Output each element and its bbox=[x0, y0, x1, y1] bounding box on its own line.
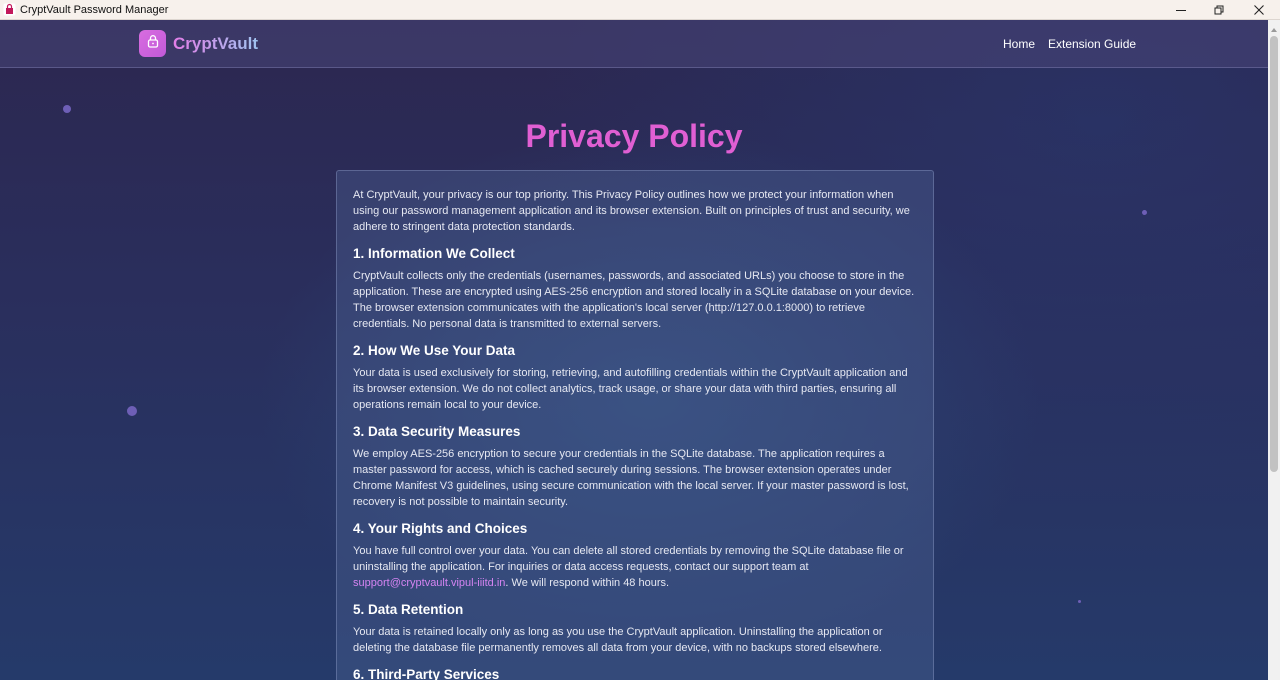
support-email-link[interactable]: support@cryptvault.vipul-iiitd.in bbox=[353, 577, 505, 589]
section-heading: 6. Third-Party Services bbox=[353, 667, 500, 680]
section-heading: 3. Data Security Measures bbox=[353, 424, 521, 439]
brand-name[interactable]: CryptVault bbox=[173, 34, 258, 54]
navbar: CryptVault Home Extension Guide bbox=[0, 20, 1268, 68]
scrollbar-thumb[interactable] bbox=[1270, 36, 1278, 472]
section-body: You have full control over your data. Yo… bbox=[353, 543, 917, 591]
decorative-dot bbox=[1142, 210, 1147, 215]
section-heading: 5. Data Retention bbox=[353, 602, 464, 617]
nav-link-home[interactable]: Home bbox=[1003, 37, 1035, 51]
section-heading: 4. Your Rights and Choices bbox=[353, 521, 528, 536]
policy-card: At CryptVault, your privacy is our top p… bbox=[336, 170, 934, 680]
minimize-icon bbox=[1176, 5, 1186, 15]
section-body: We employ AES-256 encryption to secure y… bbox=[353, 448, 909, 508]
section-body-text: You have full control over your data. Yo… bbox=[353, 545, 904, 573]
scroll-up-arrow-icon[interactable] bbox=[1271, 28, 1277, 32]
nav-link-extension-guide[interactable]: Extension Guide bbox=[1048, 37, 1136, 51]
page-title: Privacy Policy bbox=[525, 118, 743, 154]
intro-paragraph: At CryptVault, your privacy is our top p… bbox=[353, 189, 910, 233]
app-viewport: CryptVault Home Extension Guide Privacy … bbox=[0, 20, 1268, 680]
decorative-dot bbox=[63, 105, 71, 113]
window-titlebar: CryptVault Password Manager bbox=[0, 0, 1280, 20]
window-title: CryptVault Password Manager bbox=[20, 4, 169, 16]
close-icon bbox=[1254, 5, 1264, 15]
app-logo-icon bbox=[3, 3, 16, 16]
section-body: Your data is used exclusively for storin… bbox=[353, 367, 908, 411]
section-body: Your data is retained locally only as lo… bbox=[353, 626, 883, 654]
section-body-text: . We will respond within 48 hours. bbox=[505, 577, 670, 589]
restore-button[interactable] bbox=[1200, 0, 1238, 20]
decorative-dot bbox=[1078, 600, 1081, 603]
close-button[interactable] bbox=[1240, 0, 1278, 20]
minimize-button[interactable] bbox=[1162, 0, 1200, 20]
lock-icon bbox=[146, 34, 160, 53]
decorative-dot bbox=[127, 406, 137, 416]
restore-icon bbox=[1214, 5, 1224, 15]
brand-logo[interactable] bbox=[139, 30, 166, 57]
section-heading: 2. How We Use Your Data bbox=[353, 343, 516, 358]
section-body: CryptVault collects only the credentials… bbox=[353, 270, 915, 330]
scrollbar[interactable] bbox=[1268, 20, 1280, 680]
section-heading: 1. Information We Collect bbox=[353, 246, 515, 261]
